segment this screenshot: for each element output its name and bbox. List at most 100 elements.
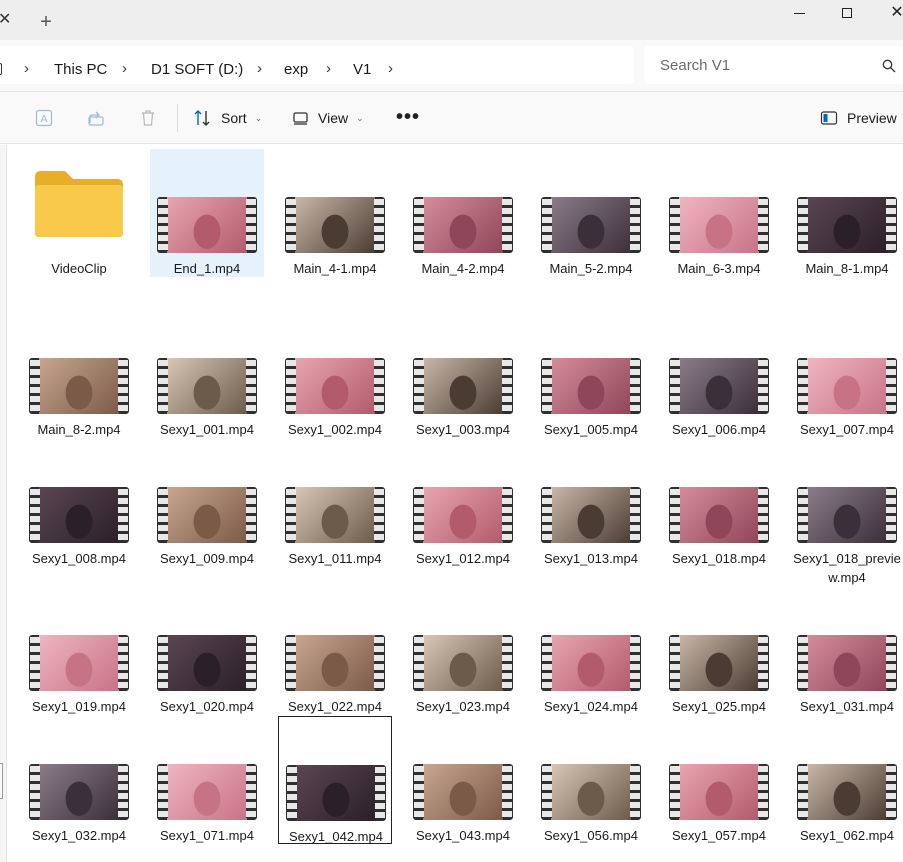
search-icon[interactable] <box>882 59 896 73</box>
tab-close-icon[interactable]: ✕ <box>0 10 12 30</box>
new-tab-button[interactable]: + <box>36 12 56 32</box>
file-name: Sexy1_057.mp4 <box>672 828 766 843</box>
more-options-button[interactable]: ••• <box>396 106 420 129</box>
file-item[interactable]: Sexy1_062.mp4 <box>790 716 903 844</box>
file-item[interactable]: Sexy1_009.mp4 <box>150 439 264 567</box>
file-item[interactable]: Sexy1_024.mp4 <box>534 587 648 715</box>
navigation-pane[interactable] <box>0 145 7 862</box>
video-frame-image <box>679 358 759 414</box>
file-item[interactable]: Sexy1_057.mp4 <box>662 716 776 844</box>
folder-item[interactable]: VideoClip <box>22 149 136 277</box>
file-item[interactable]: Sexy1_018_preview.mp4 <box>790 439 903 585</box>
video-thumbnail <box>413 358 513 414</box>
view-button[interactable]: View ⌄ <box>292 104 364 132</box>
file-name: Sexy1_020.mp4 <box>160 699 254 714</box>
video-thumbnail <box>157 764 257 820</box>
chevron-right-icon[interactable]: › <box>326 60 331 77</box>
video-frame-image <box>423 487 503 543</box>
chevron-right-icon[interactable]: › <box>257 60 262 77</box>
file-item[interactable]: Sexy1_012.mp4 <box>406 439 520 567</box>
file-item[interactable]: Sexy1_008.mp4 <box>22 439 136 567</box>
breadcrumb-v1[interactable]: V1 <box>353 61 371 78</box>
file-item[interactable]: Sexy1_006.mp4 <box>662 310 776 438</box>
preview-pane-button[interactable]: Preview <box>820 104 897 132</box>
sort-button[interactable]: Sort ⌄ <box>193 104 262 132</box>
film-strip-icon <box>158 360 168 412</box>
file-item[interactable]: Sexy1_005.mp4 <box>534 310 648 438</box>
search-input[interactable]: Search V1 <box>644 46 903 84</box>
video-frame-image <box>295 358 375 414</box>
chevron-right-icon[interactable]: › <box>24 60 29 77</box>
video-thumbnail <box>285 487 385 543</box>
film-strip-icon <box>670 637 680 689</box>
video-thumbnail <box>797 764 897 820</box>
maximize-button[interactable] <box>827 0 867 26</box>
nav-pane-item[interactable] <box>0 763 3 799</box>
breadcrumb-this-pc[interactable]: This PC <box>54 61 107 78</box>
file-item[interactable]: Sexy1_031.mp4 <box>790 587 903 715</box>
file-item[interactable]: Sexy1_001.mp4 <box>150 310 264 438</box>
file-item[interactable]: Main_6-3.mp4 <box>662 149 776 277</box>
address-row: › This PC › D1 SOFT (D:) › exp › V1 › Se… <box>0 40 903 92</box>
file-item[interactable]: Sexy1_020.mp4 <box>150 587 264 715</box>
file-name: Sexy1_009.mp4 <box>160 551 254 566</box>
breadcrumb-exp[interactable]: exp <box>284 61 308 78</box>
file-item[interactable]: Sexy1_043.mp4 <box>406 716 520 844</box>
file-item[interactable]: Sexy1_013.mp4 <box>534 439 648 567</box>
maximize-icon <box>842 8 852 18</box>
video-frame-image <box>679 487 759 543</box>
command-bar: A Sort ⌄ View ⌄ ••• Preview <box>0 92 903 144</box>
share-icon[interactable] <box>86 108 106 128</box>
file-item[interactable]: End_1.mp4 <box>150 149 264 277</box>
video-frame-image <box>551 764 631 820</box>
file-item[interactable]: Sexy1_007.mp4 <box>790 310 903 438</box>
film-strip-icon <box>502 199 512 251</box>
video-frame-image <box>295 487 375 543</box>
file-item[interactable]: Sexy1_003.mp4 <box>406 310 520 438</box>
file-item[interactable]: Sexy1_023.mp4 <box>406 587 520 715</box>
file-item[interactable]: Sexy1_019.mp4 <box>22 587 136 715</box>
file-item[interactable]: Sexy1_011.mp4 <box>278 439 392 567</box>
rename-icon[interactable]: A <box>34 108 54 128</box>
file-name: Main_6-3.mp4 <box>677 261 761 276</box>
film-strip-icon <box>630 637 640 689</box>
video-thumbnail <box>29 635 129 691</box>
video-thumbnail <box>413 635 513 691</box>
breadcrumb-drive[interactable]: D1 SOFT (D:) <box>151 61 243 78</box>
close-window-button[interactable]: ✕ <box>877 0 903 26</box>
file-item[interactable]: Main_8-2.mp4 <box>22 310 136 438</box>
delete-icon[interactable] <box>138 108 158 128</box>
file-item[interactable]: Sexy1_071.mp4 <box>150 716 264 844</box>
film-strip-icon <box>502 637 512 689</box>
minimize-button[interactable] <box>779 0 819 26</box>
film-strip-icon <box>118 489 128 541</box>
file-item[interactable]: Sexy1_025.mp4 <box>662 587 776 715</box>
file-item[interactable]: Sexy1_032.mp4 <box>22 716 136 844</box>
file-item[interactable]: Sexy1_056.mp4 <box>534 716 648 844</box>
file-name: Sexy1_032.mp4 <box>32 828 126 843</box>
file-item[interactable]: Main_8-1.mp4 <box>790 149 903 277</box>
file-item[interactable]: Sexy1_002.mp4 <box>278 310 392 438</box>
file-item[interactable]: Main_4-1.mp4 <box>278 149 392 277</box>
file-item[interactable]: Sexy1_042.mp4 <box>278 716 392 844</box>
film-strip-icon <box>886 360 896 412</box>
video-thumbnail <box>29 764 129 820</box>
file-item[interactable]: Sexy1_022.mp4 <box>278 587 392 715</box>
video-frame-image <box>296 765 376 821</box>
file-item[interactable]: Main_4-2.mp4 <box>406 149 520 277</box>
file-item[interactable]: Sexy1_018.mp4 <box>662 439 776 567</box>
film-strip-icon <box>158 199 168 251</box>
file-name: Sexy1_024.mp4 <box>544 699 638 714</box>
file-name: Sexy1_056.mp4 <box>544 828 638 843</box>
file-name: Sexy1_023.mp4 <box>416 699 510 714</box>
chevron-right-icon[interactable]: › <box>388 60 393 77</box>
video-frame-image <box>551 197 631 253</box>
toolbar-separator <box>177 104 178 132</box>
film-strip-icon <box>542 637 552 689</box>
file-name: VideoClip <box>51 261 107 276</box>
breadcrumb[interactable]: › This PC › D1 SOFT (D:) › exp › V1 › <box>0 46 634 84</box>
chevron-right-icon[interactable]: › <box>122 60 127 77</box>
file-name: Sexy1_005.mp4 <box>544 422 638 437</box>
preview-pane-icon <box>820 111 838 125</box>
file-item[interactable]: Main_5-2.mp4 <box>534 149 648 277</box>
